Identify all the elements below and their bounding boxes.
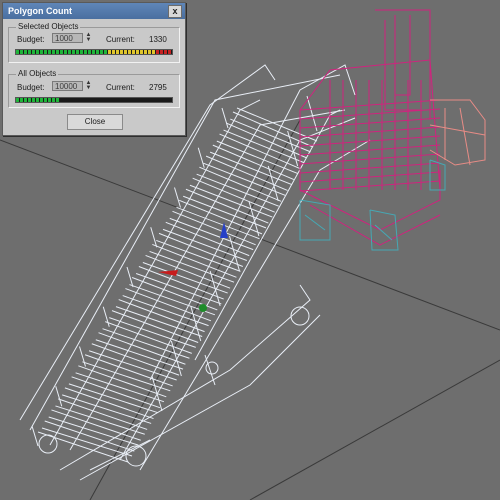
meter-segment (44, 50, 47, 54)
meter-segment (36, 50, 39, 54)
selected-objects-group: Selected Objects Budget: 1000 ▲ ▼ Curren… (8, 22, 180, 63)
meter-segment (124, 50, 127, 54)
all-current-label: Current: (106, 83, 135, 92)
meter-segment (28, 50, 31, 54)
axis-gizmo-green-icon[interactable] (199, 304, 207, 312)
meter-segment (88, 50, 91, 54)
meter-segment (48, 50, 51, 54)
close-icon[interactable]: x (168, 5, 182, 18)
meter-segment (144, 50, 147, 54)
meter-segment (80, 50, 83, 54)
meter-segment (120, 50, 123, 54)
meter-segment (64, 50, 67, 54)
meter-segment (152, 50, 155, 54)
spinner-down-icon[interactable]: ▼ (85, 37, 92, 43)
meter-segment (76, 50, 79, 54)
dialog-title: Polygon Count (8, 6, 72, 16)
meter-segment (116, 50, 119, 54)
meter-segment (56, 50, 59, 54)
selected-budget-meter (15, 49, 173, 55)
meter-segment (100, 50, 103, 54)
meter-segment (128, 50, 131, 54)
meter-segment (132, 50, 135, 54)
meter-segment (168, 50, 171, 54)
meter-segment (40, 50, 43, 54)
meter-segment (32, 98, 35, 102)
meter-segment (164, 50, 167, 54)
all-objects-group: All Objects Budget: 10000 ▲ ▼ Current: 2… (8, 69, 180, 108)
meter-segment (60, 50, 63, 54)
meter-segment (104, 50, 107, 54)
selected-objects-label: Selected Objects (16, 22, 81, 31)
meter-segment (32, 50, 35, 54)
selected-current-value: 1330 (149, 35, 167, 44)
meter-segment (24, 98, 27, 102)
meter-segment (108, 50, 111, 54)
meter-segment (16, 50, 19, 54)
close-button[interactable]: Close (67, 114, 123, 130)
meter-segment (68, 50, 71, 54)
meter-segment (84, 50, 87, 54)
meter-segment (40, 98, 43, 102)
meter-segment (92, 50, 95, 54)
meter-segment (52, 98, 55, 102)
meter-segment (44, 98, 47, 102)
meter-segment (20, 98, 23, 102)
meter-segment (140, 50, 143, 54)
all-objects-label: All Objects (16, 69, 59, 78)
dialog-titlebar[interactable]: Polygon Count x (3, 3, 185, 19)
meter-segment (156, 50, 159, 54)
meter-segment (112, 50, 115, 54)
meter-segment (36, 98, 39, 102)
meter-segment (148, 50, 151, 54)
meter-segment (96, 50, 99, 54)
all-current-value: 2795 (149, 83, 167, 92)
selected-budget-label: Budget: (17, 35, 45, 44)
all-budget-spinner[interactable]: ▲ ▼ (85, 80, 92, 91)
meter-segment (48, 98, 51, 102)
spinner-down-icon[interactable]: ▼ (85, 85, 92, 91)
meter-segment (24, 50, 27, 54)
selected-budget-spinner[interactable]: ▲ ▼ (85, 32, 92, 43)
polygon-count-dialog: Polygon Count x Selected Objects Budget:… (2, 2, 186, 136)
meter-segment (52, 50, 55, 54)
meter-segment (72, 50, 75, 54)
meter-segment (136, 50, 139, 54)
meter-segment (56, 98, 59, 102)
selected-budget-input[interactable]: 1000 (52, 33, 83, 43)
all-budget-meter (15, 97, 173, 103)
meter-segment (160, 50, 163, 54)
all-budget-label: Budget: (17, 83, 45, 92)
meter-segment (28, 98, 31, 102)
meter-segment (20, 50, 23, 54)
meter-segment (16, 98, 19, 102)
all-budget-input[interactable]: 10000 (52, 81, 83, 91)
selected-current-label: Current: (106, 35, 135, 44)
